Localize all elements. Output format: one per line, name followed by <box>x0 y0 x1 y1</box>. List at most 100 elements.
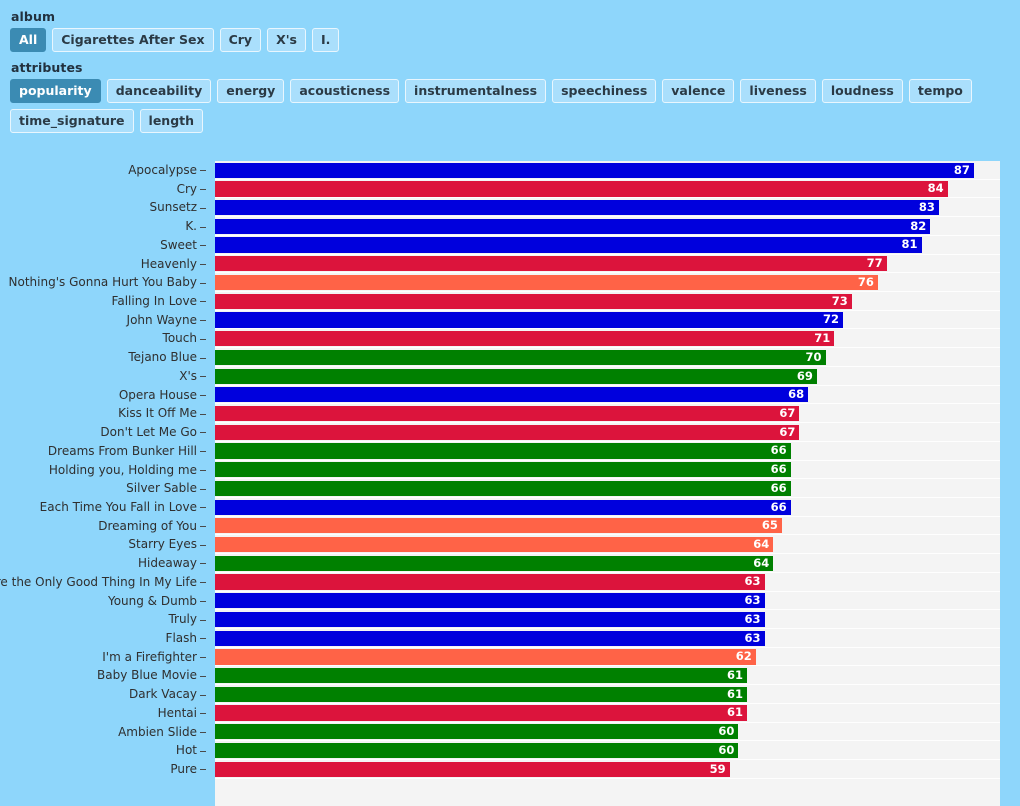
attribute-button-speechiness[interactable]: speechiness <box>552 79 657 103</box>
bar-value-label: 84 <box>927 181 944 196</box>
bar-row[interactable]: 70 <box>215 348 1000 367</box>
bar-row[interactable]: 81 <box>215 236 1000 255</box>
bar-row[interactable]: 60 <box>215 741 1000 760</box>
y-axis-tick <box>200 600 206 602</box>
bar-value-label: 66 <box>770 480 787 495</box>
y-axis-tick <box>200 357 206 359</box>
y-axis-label: Pure <box>170 762 197 777</box>
y-axis-tick <box>200 563 206 565</box>
attribute-button-instrumentalness[interactable]: instrumentalness <box>405 79 547 103</box>
bar-row[interactable]: 66 <box>215 479 1000 498</box>
bar-value-label: 64 <box>753 536 770 551</box>
album-button-all[interactable]: All <box>10 28 47 52</box>
y-axis-tick <box>200 376 206 378</box>
bar-row[interactable]: 76 <box>215 273 1000 292</box>
attribute-button-valence[interactable]: valence <box>662 79 735 103</box>
bar-row[interactable]: 63 <box>215 610 1000 629</box>
bar-value-label: 61 <box>727 686 744 701</box>
bar-row[interactable]: 83 <box>215 198 1000 217</box>
y-axis-label: Each Time You Fall in Love <box>39 499 197 514</box>
bar-row[interactable]: 77 <box>215 255 1000 274</box>
bar-row[interactable]: 72 <box>215 311 1000 330</box>
y-axis-label: Dreams From Bunker Hill <box>47 443 197 458</box>
attribute-button-energy[interactable]: energy <box>217 79 285 103</box>
y-axis-tick <box>200 638 206 640</box>
y-axis-tick <box>200 413 206 415</box>
attributes-button-row: popularity danceability energy acousticness… <box>10 79 1010 133</box>
y-axis-label: Don't Let Me Go <box>100 425 197 440</box>
attribute-button-tempo[interactable]: tempo <box>908 79 972 103</box>
y-axis-label: Young & Dumb <box>107 593 197 608</box>
y-axis-tick <box>200 488 206 490</box>
y-axis-tick <box>200 526 206 528</box>
bar-row[interactable]: 63 <box>215 629 1000 648</box>
bar-row[interactable]: 68 <box>215 386 1000 405</box>
bar-row[interactable]: 61 <box>215 704 1000 723</box>
y-axis-label: Baby Blue Movie <box>96 668 197 683</box>
bar-value-label: 60 <box>718 724 735 739</box>
y-axis-label: Sweet <box>160 237 197 252</box>
y-axis-tick <box>200 207 206 209</box>
bar-value-label: 87 <box>953 162 970 177</box>
album-button-cry[interactable]: Cry <box>219 28 262 52</box>
y-axis-tick <box>200 451 206 453</box>
bar-row[interactable]: 67 <box>215 423 1000 442</box>
y-axis-label: I'm a Firefighter <box>102 649 197 664</box>
bar-row[interactable]: 66 <box>215 461 1000 480</box>
attribute-button-liveness[interactable]: liveness <box>740 79 816 103</box>
bar-value-label: 65 <box>761 518 778 533</box>
bar-row[interactable]: 64 <box>215 554 1000 573</box>
plot-area: 87 84 83 82 81 77 76 73 72 71 70 69 68 67 67 66 66 66 66 65… <box>215 161 1000 806</box>
bar-row[interactable]: 73 <box>215 292 1000 311</box>
bar-row[interactable]: 65 <box>215 517 1000 536</box>
y-axis-label: You're the Only Good Thing In My Life <box>0 574 197 589</box>
bar-value-label: 82 <box>910 218 927 233</box>
bar-row[interactable]: 60 <box>215 723 1000 742</box>
y-axis-tick <box>200 338 206 340</box>
attribute-button-acousticness[interactable]: acousticness <box>290 79 400 103</box>
bar-row[interactable]: 67 <box>215 404 1000 423</box>
bar-row[interactable]: 71 <box>215 329 1000 348</box>
bar-row[interactable]: 61 <box>215 685 1000 704</box>
bar-row[interactable]: 84 <box>215 180 1000 199</box>
attribute-button-danceability[interactable]: danceability <box>106 79 212 103</box>
attribute-button-loudness[interactable]: loudness <box>821 79 903 103</box>
bar-row[interactable]: 82 <box>215 217 1000 236</box>
album-button-cigarettes-after-sex[interactable]: Cigarettes After Sex <box>52 28 214 52</box>
y-axis-label: X's <box>179 368 197 383</box>
attribute-button-length[interactable]: length <box>139 109 204 133</box>
y-axis-tick <box>200 263 206 265</box>
bar-row[interactable]: 66 <box>215 498 1000 517</box>
bar-row[interactable]: 61 <box>215 666 1000 685</box>
bar-value-label: 71 <box>814 331 831 346</box>
y-axis-label: Ambien Slide <box>118 724 197 739</box>
attributes-filter-title: attributes <box>11 60 83 75</box>
bar-value-label: 64 <box>753 555 770 570</box>
attribute-button-time-signature[interactable]: time_signature <box>10 109 134 133</box>
bar-value-label: 61 <box>727 705 744 720</box>
y-axis-tick <box>200 282 206 284</box>
bar-row[interactable]: 59 <box>215 760 1000 779</box>
bar-row[interactable]: 63 <box>215 592 1000 611</box>
album-button-i[interactable]: I. <box>312 28 340 52</box>
y-axis-labels: Apocalypse Cry Sunsetz K. Sweet Heavenly Nothi… <box>0 161 206 806</box>
y-axis-label: Heavenly <box>140 256 197 271</box>
y-axis-label: Touch <box>162 331 197 346</box>
y-axis-tick <box>200 226 206 228</box>
bar-row[interactable]: 66 <box>215 442 1000 461</box>
bar-row[interactable]: 63 <box>215 573 1000 592</box>
y-axis-tick <box>200 507 206 509</box>
y-axis-tick <box>200 170 206 172</box>
bar-row[interactable]: 64 <box>215 535 1000 554</box>
album-button-x-s[interactable]: X's <box>267 28 306 52</box>
y-axis-label: Holding you, Holding me <box>48 462 197 477</box>
bar-value-label: 67 <box>779 424 796 439</box>
bar-row[interactable]: 62 <box>215 648 1000 667</box>
bar-value-label: 61 <box>727 668 744 683</box>
y-axis-tick <box>200 694 206 696</box>
y-axis-label: Opera House <box>118 387 197 402</box>
attribute-button-popularity[interactable]: popularity <box>10 79 101 103</box>
y-axis-label: Dreaming of You <box>98 518 197 533</box>
bar-row[interactable]: 87 <box>215 161 1000 180</box>
bar-row[interactable]: 69 <box>215 367 1000 386</box>
